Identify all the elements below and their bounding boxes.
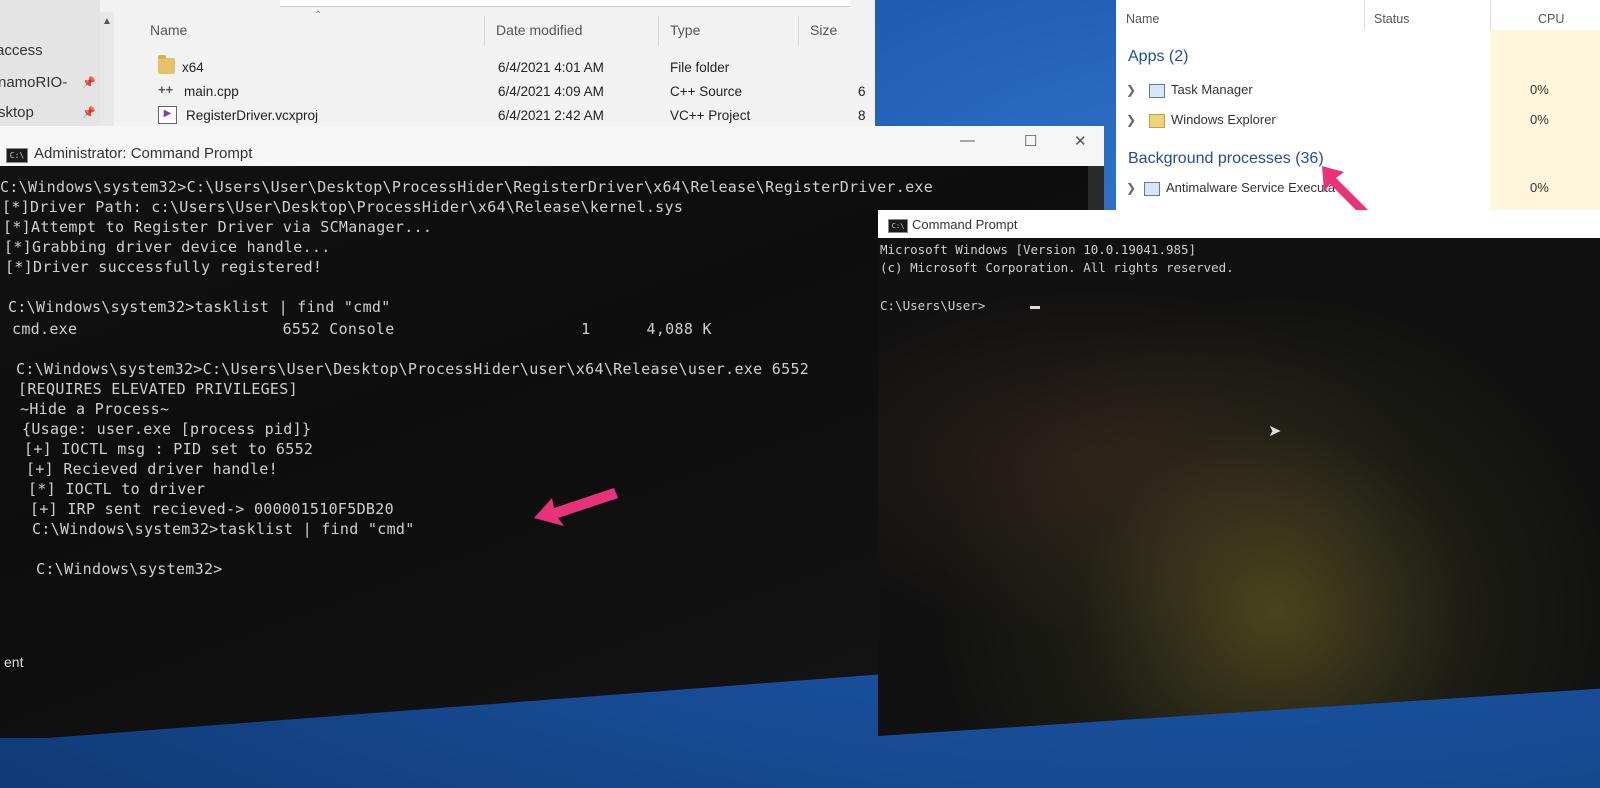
text-cursor [1030, 306, 1040, 309]
column-header-size[interactable]: Size [810, 22, 837, 38]
console-line: [*]Attempt to Register Driver via SCMana… [3, 218, 433, 236]
nav-item-label: access [0, 42, 43, 59]
file-size: 8 [858, 108, 866, 123]
file-name: RegisterDriver.vcxproj [186, 108, 319, 123]
chevron-right-icon[interactable]: ❯ [1126, 181, 1136, 195]
pin-icon: 📌 [82, 107, 96, 119]
console-line: {Usage: user.exe [process pid]} [22, 420, 312, 438]
navigation-pane: access namoRIO- 📌 sktop 📌 [0, 0, 100, 145]
window-title: Command Prompt [912, 217, 1018, 232]
folder-icon [158, 55, 175, 74]
column-divider[interactable] [798, 16, 799, 46]
column-divider[interactable] [1490, 0, 1491, 30]
cmd-app-icon: C:\ [888, 219, 908, 233]
close-icon[interactable]: ✕ [1074, 132, 1087, 150]
command-prompt-window: C:\ Command Prompt Microsoft Windows [Ve… [878, 210, 1600, 736]
process-name: Windows Explorer [1171, 112, 1276, 127]
column-divider[interactable] [1364, 0, 1365, 30]
window-titlebar[interactable]: C:\ Administrator: Command Prompt — ☐ ✕ [0, 126, 1104, 167]
address-bar[interactable] [280, 0, 850, 7]
console-line: [*] IOCTL to driver [28, 480, 206, 498]
chevron-up-icon[interactable]: ▲ [102, 16, 112, 27]
console-line: [*]Driver Path: c:\Users\User\Desktop\Pr… [2, 198, 684, 216]
column-header-name[interactable]: Name [150, 22, 187, 38]
column-header-date-modified[interactable]: Date modified [496, 22, 582, 38]
window-titlebar[interactable]: C:\ Command Prompt [878, 210, 1600, 239]
console-line: C:\Windows\system32>tasklist | find "cmd… [32, 520, 415, 538]
console-line: (c) Microsoft Corporation. All rights re… [880, 260, 1234, 275]
console-line: C:\Windows\system32>tasklist | find "cmd… [8, 298, 391, 316]
column-header-status[interactable]: Status [1374, 12, 1409, 26]
console-line: [REQUIRES ELEVATED PRIVILEGES] [18, 380, 298, 398]
column-header-name[interactable]: Name [1126, 12, 1159, 26]
chevron-right-icon[interactable]: ❯ [1126, 113, 1136, 127]
nav-item-quick-access[interactable]: access [0, 40, 43, 62]
process-cpu: 0% [1530, 112, 1549, 127]
task-manager-icon [1149, 84, 1165, 98]
column-header-cpu[interactable]: CPU [1538, 12, 1564, 26]
column-divider[interactable] [484, 16, 485, 46]
minimize-icon[interactable]: — [960, 132, 975, 149]
file-date: 6/4/2021 2:42 AM [498, 108, 604, 123]
chevron-right-icon[interactable]: ❯ [1126, 83, 1136, 97]
file-type: VC++ Project [670, 108, 751, 123]
file-row[interactable]: x64 6/4/2021 4:01 AM File folder [152, 55, 872, 80]
nav-item-label: namoRIO- [0, 74, 68, 91]
mouse-pointer-icon: ➤ [1268, 423, 1282, 440]
column-divider[interactable] [658, 16, 659, 46]
file-date: 6/4/2021 4:01 AM [498, 60, 604, 75]
process-row[interactable]: ❯ Task Manager 0% [1116, 78, 1600, 106]
desktop-icon-fragment: ent [4, 654, 24, 670]
console-line: ~Hide a Process~ [20, 400, 170, 418]
windows-explorer-icon [1149, 114, 1165, 128]
file-date: 6/4/2021 4:09 AM [498, 84, 604, 99]
console-line: [+] IOCTL msg : PID set to 6552 [24, 440, 314, 458]
cmd-app-icon: C:\ [6, 148, 28, 163]
vcxproj-file-icon: ▶ [158, 106, 177, 124]
nav-item-desktop[interactable]: sktop 📌 [0, 102, 96, 124]
file-row[interactable]: ++ main.cpp 6/4/2021 4:09 AM C++ Source … [152, 80, 872, 104]
console-line: cmd.exe 6552 Console 1 4,088 K [12, 320, 712, 338]
console-line: Microsoft Windows [Version 10.0.19041.98… [880, 242, 1197, 257]
annotation-arrow-icon [534, 488, 618, 526]
process-row[interactable]: ❯ Windows Explorer 0% [1116, 108, 1600, 136]
file-name: x64 [182, 60, 204, 75]
sort-chevron-icon: ⌃ [314, 10, 323, 21]
background-processes-header: Background processes (36) [1128, 150, 1324, 167]
nav-item-label: sktop [0, 104, 34, 121]
file-type: C++ Source [670, 84, 743, 99]
console-output[interactable]: Microsoft Windows [Version 10.0.19041.98… [878, 238, 1600, 736]
process-name: Task Manager [1171, 82, 1253, 97]
console-line: C:\Users\User> [880, 298, 986, 313]
process-cpu: 0% [1530, 82, 1549, 97]
nav-scrollbar[interactable]: ▲ [100, 12, 114, 137]
pin-icon: 📌 [82, 77, 96, 89]
console-line: [+] IRP sent recieved-> 000001510F5DB20 [30, 500, 394, 518]
cpp-file-icon: ++ [158, 82, 174, 97]
nav-item-pinned-folder[interactable]: namoRIO- 📌 [0, 72, 96, 94]
column-header-type[interactable]: Type [670, 22, 700, 38]
file-explorer-window: access namoRIO- 📌 sktop 📌 ▲ Name ⌃ Date … [0, 0, 875, 145]
file-row[interactable]: ▶ RegisterDriver.vcxproj 6/4/2021 2:42 A… [152, 104, 872, 128]
console-line: [*]Grabbing driver device handle... [4, 238, 331, 256]
console-line: [+] Recieved driver handle! [26, 460, 278, 478]
apps-section-header: Apps (2) [1128, 48, 1189, 65]
console-line: C:\Windows\system32>C:\Users\User\Deskto… [16, 360, 810, 378]
process-name: Antimalware Service Executa [1166, 180, 1336, 195]
antimalware-service-icon [1144, 182, 1160, 196]
console-line: C:\Windows\system32>C:\Users\User\Deskto… [0, 178, 934, 196]
window-title: Administrator: Command Prompt [34, 145, 253, 162]
process-cpu: 0% [1530, 180, 1549, 195]
file-type: File folder [670, 60, 730, 75]
console-line: [*]Driver successfully registered! [5, 258, 323, 276]
file-size: 6 [858, 84, 866, 99]
console-line: C:\Windows\system32> [36, 560, 223, 578]
maximize-icon[interactable]: ☐ [1024, 132, 1037, 150]
file-name: main.cpp [184, 84, 239, 99]
